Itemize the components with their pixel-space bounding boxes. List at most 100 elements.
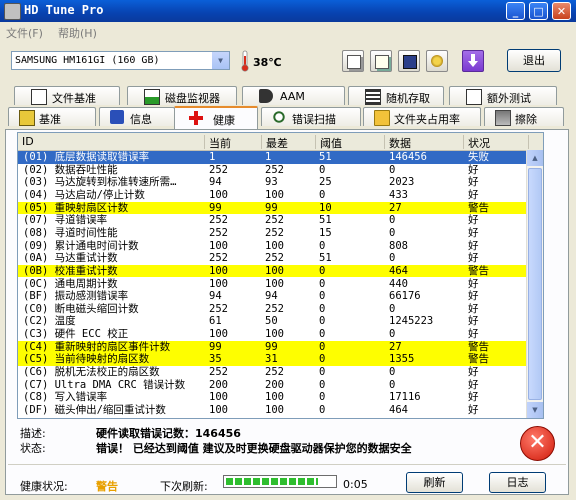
table-row[interactable]: (C0) 断电磁头缩回计数 252 252 0 0 好: [18, 302, 543, 316]
tab-info[interactable]: 信息: [99, 107, 175, 126]
cell-data: 808: [389, 239, 408, 252]
chevron-down-icon[interactable]: ▼: [212, 52, 229, 69]
cell-status: 好: [468, 315, 479, 328]
column-header-threshold[interactable]: 阈值: [316, 135, 385, 150]
tab-benchmark[interactable]: 基准: [8, 107, 96, 126]
cell-id: (C4) 重新映射的扇区事件计数: [23, 340, 171, 353]
table-row[interactable]: (0A) 马达重试计数 252 252 51 0 好: [18, 252, 543, 265]
cell-status: 失败: [468, 151, 489, 163]
column-header-worst[interactable]: 最差: [262, 135, 316, 150]
download-button[interactable]: [462, 50, 484, 72]
cell-id: (09) 累计通电时间计数: [23, 239, 139, 252]
minimize-button[interactable]: _: [506, 2, 525, 20]
tab-health[interactable]: 健康: [174, 106, 258, 129]
tab-folder-usage[interactable]: 文件夹占用率: [363, 107, 481, 126]
cell-worst: 252: [265, 366, 284, 379]
tab-aam[interactable]: AAM: [242, 86, 345, 105]
table-row[interactable]: (0C) 通电周期计数 100 100 0 440 好: [18, 278, 543, 291]
column-header-id[interactable]: ID: [18, 135, 205, 149]
table-row[interactable]: (C6) 脱机无法校正的扇区数 252 252 0 0 好: [18, 366, 543, 379]
cell-current: 99: [209, 201, 222, 214]
cell-data: 0: [389, 378, 396, 391]
cell-threshold: 10: [319, 201, 332, 214]
cell-status: 好: [468, 328, 479, 341]
menu-help[interactable]: 帮助(H): [58, 25, 97, 41]
refresh-button[interactable]: 刷新: [406, 472, 463, 493]
cell-status: 好: [468, 252, 479, 265]
cell-worst: 100: [265, 264, 284, 277]
benchmark-icon: [19, 110, 35, 126]
scroll-up-icon[interactable]: ▲: [527, 150, 543, 166]
table-row[interactable]: (02) 数据吞吐性能 252 252 0 0 好: [18, 164, 543, 177]
table-row[interactable]: (03) 马达旋转到标准转速所需… 94 93 25 2023 好: [18, 176, 543, 189]
maximize-button[interactable]: □: [529, 2, 548, 20]
close-button[interactable]: ✕: [552, 2, 571, 20]
cell-data: 17116: [389, 391, 421, 404]
cell-worst: 100: [265, 404, 284, 416]
options-button[interactable]: [426, 50, 448, 72]
cell-threshold: 51: [319, 151, 332, 163]
table-row[interactable]: (09) 累计通电时间计数 100 100 0 808 好: [18, 239, 543, 253]
column-header-current[interactable]: 当前: [205, 135, 262, 150]
disk-monitor-icon: [144, 89, 160, 105]
menu-file[interactable]: 文件(F): [6, 25, 43, 41]
smart-table[interactable]: ID 当前 最差 阈值 数据 状况 (01) 底层数据读取错误率 1 1 51 1464…: [17, 132, 544, 419]
table-row[interactable]: (05) 重映射扇区计数 99 99 10 27 警告: [18, 201, 543, 215]
table-row[interactable]: (01) 底层数据读取错误率 1 1 51 146456 失败: [18, 151, 543, 164]
table-row[interactable]: (C7) Ultra DMA CRC 错误计数 200 200 0 0 好: [18, 378, 543, 392]
column-header-data[interactable]: 数据: [385, 135, 464, 150]
vertical-scrollbar[interactable]: ▲ ▼: [526, 150, 543, 418]
table-row[interactable]: (C3) 硬件 ECC 校正 100 100 0 0 好: [18, 328, 543, 341]
cell-data: 1355: [389, 353, 415, 366]
table-row[interactable]: (C8) 写入错误率 100 100 0 17116 好: [18, 391, 543, 404]
tab-label: 随机存取: [386, 92, 430, 105]
tab-random-access[interactable]: 随机存取: [348, 86, 444, 105]
tab-erase[interactable]: 擦除: [484, 107, 564, 126]
scroll-down-icon[interactable]: ▼: [527, 402, 543, 418]
tab-disk-monitor[interactable]: 磁盘监视器: [127, 86, 237, 105]
table-row[interactable]: (C5) 当前待映射的扇区数 35 31 0 1355 警告: [18, 353, 543, 366]
cell-id: (C2) 温度: [23, 315, 76, 328]
cell-status: 好: [468, 226, 479, 239]
tab-label: 额外测试: [487, 92, 531, 105]
table-row[interactable]: (C2) 温度 61 50 0 1245223 好: [18, 315, 543, 328]
cell-worst: 1: [265, 151, 272, 163]
cell-status: 警告: [468, 340, 489, 353]
cell-current: 252: [209, 302, 228, 315]
table-row[interactable]: (C4) 重新映射的扇区事件计数 99 99 0 27 警告: [18, 340, 543, 354]
table-row[interactable]: (04) 马达启动/停止计数 100 100 0 433 好: [18, 188, 543, 202]
cell-threshold: 0: [319, 404, 326, 416]
cell-id: (C6) 脱机无法校正的扇区数: [23, 366, 160, 379]
table-row[interactable]: (0B) 校准重试计数 100 100 0 464 警告: [18, 264, 543, 278]
log-button[interactable]: 日志: [489, 472, 546, 493]
thermometer-icon: [241, 50, 249, 72]
save-button[interactable]: [398, 50, 420, 72]
cell-worst: 100: [265, 188, 284, 201]
table-row[interactable]: (BF) 振动感测错误率 94 94 0 66176 好: [18, 290, 543, 303]
window-title: HD Tune Pro: [24, 3, 104, 17]
tab-label: 信息: [130, 113, 152, 126]
table-row[interactable]: (08) 寻道时间性能 252 252 15 0 好: [18, 226, 543, 240]
copy-text-button[interactable]: [370, 50, 392, 72]
exit-button[interactable]: 退出: [507, 49, 561, 72]
copy-icon: [347, 55, 361, 69]
tab-extra-tests[interactable]: 额外测试: [449, 86, 557, 105]
cell-current: 94: [209, 176, 222, 189]
refresh-timer: 0:05: [343, 478, 368, 491]
table-row[interactable]: (DF) 磁头伸出/缩回重试计数 100 100 0 464 好: [18, 404, 543, 417]
drive-select[interactable]: SAMSUNG HM161GI (160 GB) ▼: [11, 51, 230, 70]
cell-id: (C7) Ultra DMA CRC 错误计数: [23, 378, 186, 391]
tab-file-benchmark[interactable]: 文件基准: [14, 86, 120, 105]
tab-error-scan[interactable]: 错误扫描: [261, 107, 361, 126]
cell-threshold: 0: [319, 340, 326, 353]
cell-threshold: 0: [319, 391, 326, 404]
cell-threshold: 0: [319, 315, 326, 328]
column-header-status[interactable]: 状况: [464, 135, 529, 150]
tab-label: 基准: [39, 113, 61, 126]
cell-threshold: 0: [319, 378, 326, 391]
cell-data: 66176: [389, 290, 421, 303]
health-icon: [189, 111, 203, 125]
scrollbar-thumb[interactable]: [528, 168, 542, 400]
table-row[interactable]: (07) 寻道错误率 252 252 51 0 好: [18, 214, 543, 227]
copy-button[interactable]: [342, 50, 364, 72]
